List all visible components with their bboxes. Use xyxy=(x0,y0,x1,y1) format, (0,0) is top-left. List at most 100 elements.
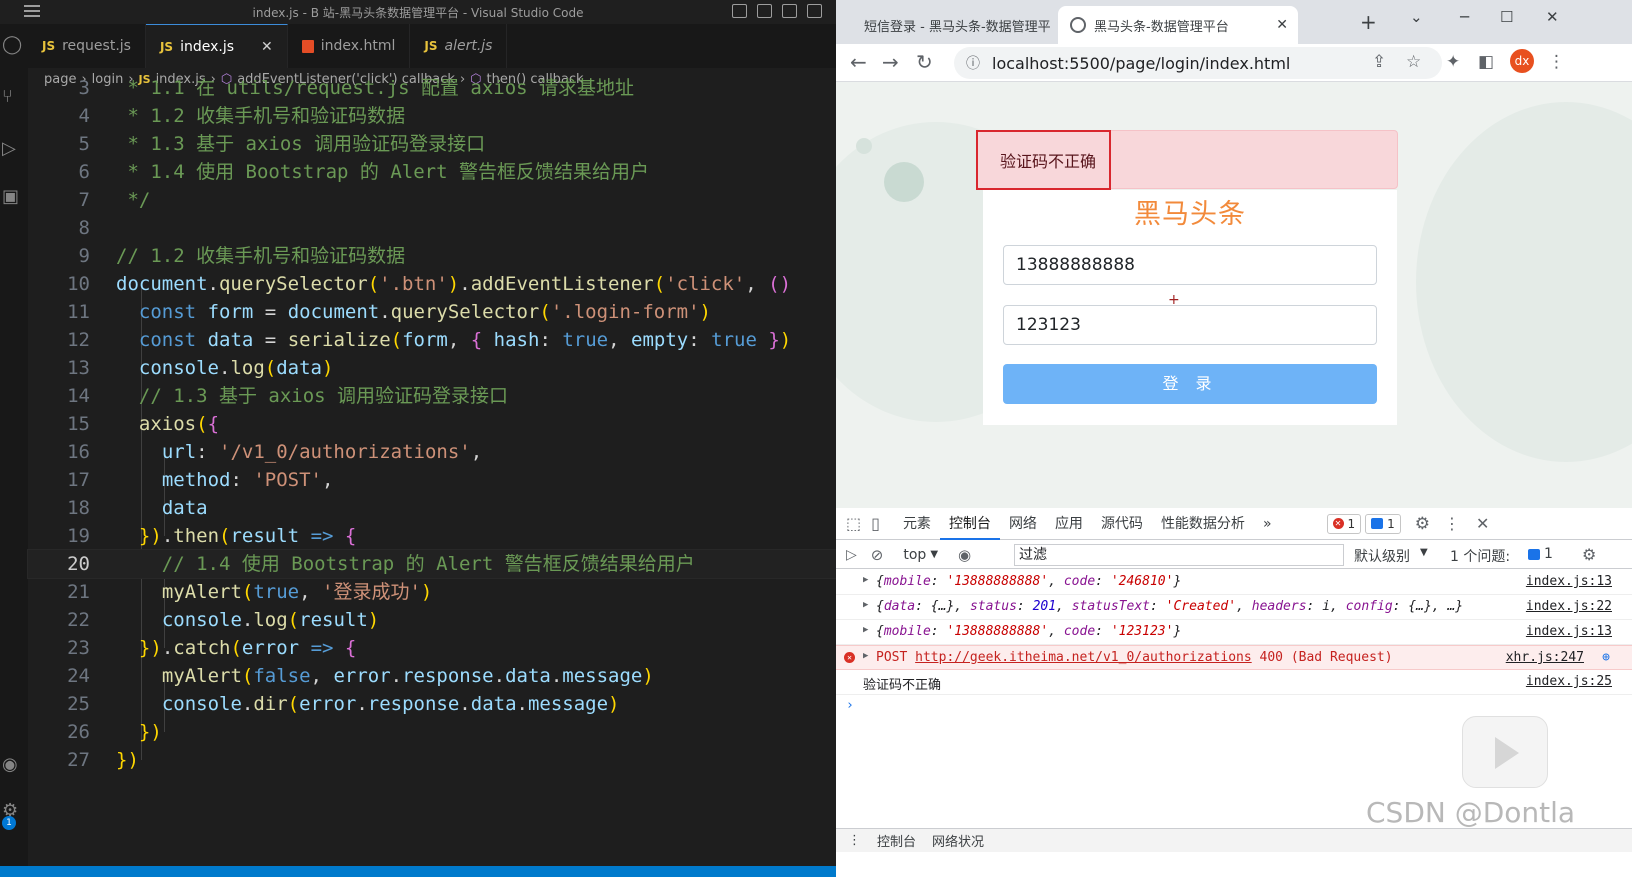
source-link[interactable]: index.js:13 xyxy=(1526,624,1612,639)
toggle-panel-icon[interactable] xyxy=(757,4,772,18)
run-debug-icon[interactable]: ▷ xyxy=(2,140,18,158)
code-line[interactable]: 24 myAlert(false, error.response.data.me… xyxy=(28,662,836,690)
console-row[interactable]: ▶ {mobile: '13888888888', code: '246810'… xyxy=(836,570,1632,595)
new-tab-button[interactable]: + xyxy=(1360,10,1377,34)
video-play-overlay[interactable] xyxy=(1462,716,1548,788)
inspect-element-icon[interactable]: ⬚ xyxy=(846,514,861,533)
avatar[interactable]: dx xyxy=(1510,49,1534,73)
console-row[interactable]: ▶ {data: {…}, status: 201, statusText: '… xyxy=(836,595,1632,620)
drawer-tab-network-conditions[interactable]: 网络状况 xyxy=(932,831,984,850)
close-window-icon[interactable]: ✕ xyxy=(1546,8,1559,26)
source-link[interactable]: xhr.js:247 xyxy=(1506,650,1584,665)
code-line[interactable]: 13 console.log(data) xyxy=(28,354,836,382)
settings-gear-icon[interactable]: ⚙ xyxy=(1415,514,1430,534)
code-line[interactable]: 5 * 1.3 基于 axios 调用验证码登录接口 xyxy=(28,130,836,158)
clear-console-icon[interactable]: ⊘ xyxy=(871,546,884,564)
log-levels-dropdown[interactable]: 默认级别 xyxy=(1354,546,1410,566)
search-icon[interactable]: ◯ xyxy=(2,36,22,54)
drawer-menu-icon[interactable]: ⋮ xyxy=(848,833,861,848)
network-request-icon[interactable]: ⊕ xyxy=(1602,650,1610,665)
code-line[interactable]: 20 // 1.4 使用 Bootstrap 的 Alert 警告框反馈结果给用… xyxy=(27,549,836,579)
expand-triangle-icon[interactable]: ▶ xyxy=(863,625,868,635)
minimize-icon[interactable]: ─ xyxy=(1460,8,1469,26)
code-line[interactable]: 19 }).then(result => { xyxy=(28,522,836,550)
console-row[interactable]: 验证码不正确 index.js:25 xyxy=(836,670,1632,695)
tab-request-js[interactable]: JS request.js xyxy=(28,24,146,68)
toggle-secondary-sidebar-icon[interactable] xyxy=(782,4,797,18)
account-icon[interactable]: ◉ xyxy=(2,756,18,774)
tab-alert-js[interactable]: JS alert.js xyxy=(410,24,508,68)
close-devtools-icon[interactable]: ✕ xyxy=(1476,514,1489,533)
forward-icon[interactable]: → xyxy=(882,50,899,74)
tab-elements[interactable]: 元素 xyxy=(894,508,940,540)
code-line[interactable]: 14 // 1.3 基于 axios 调用验证码登录接口 xyxy=(28,382,836,410)
mobile-input[interactable]: 13888888888 xyxy=(1003,245,1377,285)
more-menu-icon[interactable]: ⋮ xyxy=(1548,52,1565,72)
expand-triangle-icon[interactable]: ▶ xyxy=(863,600,868,610)
tab-index-html[interactable]: index.html xyxy=(288,24,411,68)
tab-application[interactable]: 应用 xyxy=(1046,508,1092,540)
source-link[interactable]: index.js:13 xyxy=(1526,574,1612,589)
extensions-puzzle-icon[interactable]: ✦ xyxy=(1446,52,1460,72)
console-error-row[interactable]: ✕ ▶ POST http://geek.itheima.net/v1_0/au… xyxy=(836,645,1632,670)
console-prompt[interactable]: › xyxy=(846,698,854,713)
code-line[interactable]: 22 console.log(result) xyxy=(28,606,836,634)
code-line[interactable]: 26 }) xyxy=(28,718,836,746)
code-line[interactable]: 15 axios({ xyxy=(28,410,836,438)
toggle-sidebar-icon[interactable] xyxy=(732,4,747,18)
tab-index-js[interactable]: JS index.js ✕ xyxy=(145,24,288,68)
code-line[interactable]: 25 console.dir(error.response.data.messa… xyxy=(28,690,836,718)
code-line[interactable]: 18 data xyxy=(28,494,836,522)
address-bar[interactable]: ⓘ localhost:5500/page/login/index.html xyxy=(954,47,1442,79)
code-line[interactable]: 23 }).catch(error => { xyxy=(28,634,836,662)
code-line[interactable]: 6 * 1.4 使用 Bootstrap 的 Alert 警告框反馈结果给用户 xyxy=(28,158,836,186)
error-count-badge[interactable]: ✕ 1 xyxy=(1326,513,1362,534)
bookmark-star-icon[interactable]: ☆ xyxy=(1406,52,1421,72)
code-line[interactable]: 27}) xyxy=(28,746,836,774)
close-tab-icon[interactable]: ✕ xyxy=(261,39,273,55)
maximize-icon[interactable]: ☐ xyxy=(1500,8,1513,26)
drawer-tab-console[interactable]: 控制台 xyxy=(877,831,916,850)
issues-label[interactable]: 1 个问题: xyxy=(1450,546,1510,566)
live-expression-eye-icon[interactable]: ◉ xyxy=(958,546,971,564)
code-line[interactable]: 8 xyxy=(28,214,836,242)
side-panel-icon[interactable]: ◧ xyxy=(1478,52,1494,72)
info-count-badge[interactable]: 1 xyxy=(1365,513,1401,534)
customize-layout-icon[interactable] xyxy=(807,4,822,18)
expand-triangle-icon[interactable]: ▶ xyxy=(863,651,868,661)
extensions-icon[interactable]: ▣ xyxy=(2,188,19,206)
browser-tab-platform[interactable]: 黑马头条-数据管理平台 ✕ xyxy=(1058,6,1298,44)
reload-icon[interactable]: ↻ xyxy=(916,50,933,74)
console-filter-input[interactable]: 过滤 xyxy=(1014,544,1344,566)
close-tab-icon[interactable]: ✕ xyxy=(1276,17,1298,33)
site-info-icon[interactable]: ⓘ xyxy=(966,53,980,73)
more-tabs-button[interactable]: » xyxy=(1254,508,1281,540)
code-line[interactable]: 17 method: 'POST', xyxy=(28,466,836,494)
tab-network[interactable]: 网络 xyxy=(1000,508,1046,540)
code-line[interactable]: 11 const form = document.querySelector('… xyxy=(28,298,836,326)
code-input[interactable]: 123123 xyxy=(1003,305,1377,345)
code-editor[interactable]: 3 * 1.1 在 utils/request.js 配置 axios 请求基地… xyxy=(27,77,836,877)
code-line[interactable]: 21 myAlert(true, '登录成功') xyxy=(28,578,836,606)
tab-console[interactable]: 控制台 xyxy=(939,508,1000,540)
source-link[interactable]: index.js:22 xyxy=(1526,599,1612,614)
code-line[interactable]: 9 // 1.2 收集手机号和验证码数据 xyxy=(28,242,836,270)
expand-triangle-icon[interactable]: ▶ xyxy=(863,575,868,585)
more-options-icon[interactable]: ⋮ xyxy=(1444,514,1460,533)
console-settings-icon[interactable]: ⚙ xyxy=(1582,545,1596,564)
share-icon[interactable]: ⇪ xyxy=(1372,52,1386,72)
source-link[interactable]: index.js:25 xyxy=(1526,674,1612,689)
tab-sources[interactable]: 源代码 xyxy=(1092,508,1152,540)
login-button[interactable]: 登 录 xyxy=(1003,364,1377,404)
back-icon[interactable]: ← xyxy=(850,50,867,74)
console-row[interactable]: ▶ {mobile: '13888888888', code: '123123'… xyxy=(836,620,1632,645)
context-selector[interactable]: top xyxy=(903,547,926,563)
code-line[interactable]: 10 document.querySelector('.btn').addEven… xyxy=(28,270,836,298)
code-line[interactable]: 4 * 1.2 收集手机号和验证码数据 xyxy=(28,102,836,130)
device-toolbar-icon[interactable]: ▯ xyxy=(871,514,880,533)
code-line[interactable]: 3 * 1.1 在 utils/request.js 配置 axios 请求基地… xyxy=(28,74,836,102)
source-control-icon[interactable]: ⑂ xyxy=(2,88,18,106)
code-line[interactable]: 7 */ xyxy=(28,186,836,214)
code-line[interactable]: 16 url: '/v1_0/authorizations', xyxy=(28,438,836,466)
code-line[interactable]: 12 const data = serialize(form, { hash: … xyxy=(28,326,836,354)
